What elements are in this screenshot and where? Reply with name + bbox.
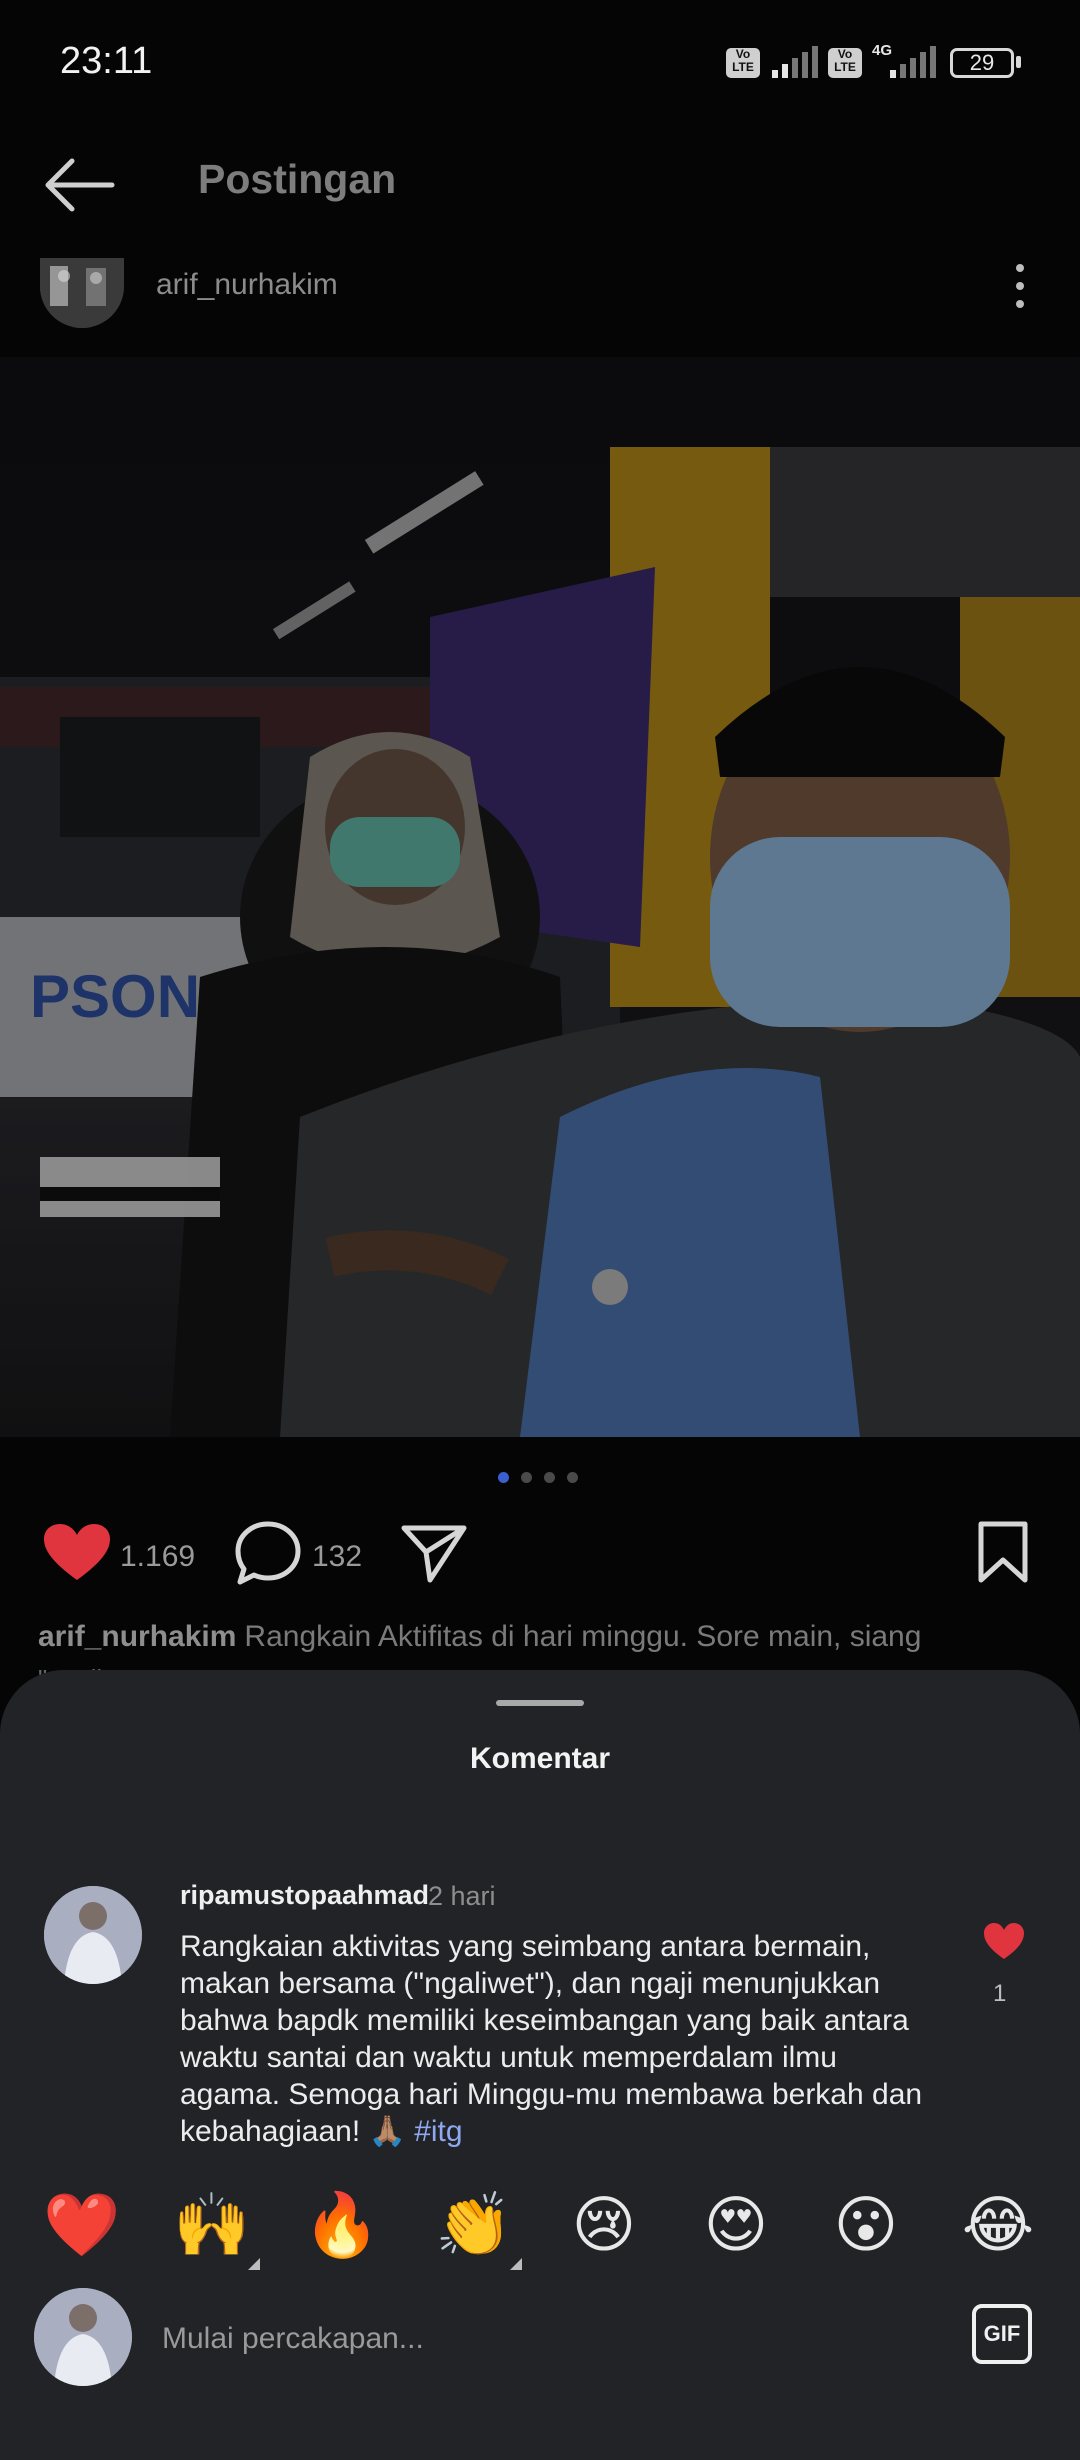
send-paper-plane-icon[interactable]: [400, 1522, 468, 1584]
signal-icon: [772, 46, 818, 78]
emoji-crying[interactable]: 😢: [564, 2186, 644, 2266]
sheet-title: Komentar: [469, 1742, 611, 1775]
emoji-clapping[interactable]: 👏: [434, 2186, 522, 2270]
more-options-icon[interactable]: [1000, 256, 1040, 316]
post-author-avatar[interactable]: [40, 258, 124, 328]
battery-tip: [1016, 56, 1021, 68]
emoji-heart[interactable]: ❤️: [42, 2186, 122, 2266]
battery-level: 29: [969, 50, 995, 75]
comment-count[interactable]: 132: [312, 1540, 362, 1574]
post-photo[interactable]: PSON: [0, 357, 1080, 1437]
emoji-laughing[interactable]: 😂: [958, 2186, 1038, 2266]
carousel-dot: [521, 1472, 532, 1483]
caption-username[interactable]: arif_nurhakim: [38, 1620, 236, 1653]
carousel-dot: [498, 1472, 509, 1483]
post-caption[interactable]: arif_nurhakim Rangkain Aktifitas di hari …: [38, 1620, 1048, 1654]
back-arrow-icon[interactable]: [40, 150, 120, 220]
battery-icon: 29: [950, 48, 1014, 78]
comment-timestamp: 2 hari: [428, 1881, 496, 1911]
volte-badge-2: Vo LTE: [828, 48, 862, 78]
comment-text: Rangkaian aktivitas yang seimbang antara…: [180, 1928, 940, 2150]
emoji-clapping-glyph: 👏: [435, 2191, 513, 2260]
like-count[interactable]: 1.169: [120, 1540, 195, 1574]
sheet-drag-handle[interactable]: [496, 1700, 584, 1706]
comment-heart-icon[interactable]: [982, 1922, 1026, 1962]
comment-username[interactable]: ripamustopaahmad: [180, 1880, 429, 1911]
status-time: 23:11: [60, 40, 153, 82]
current-user-avatar: [34, 2288, 132, 2386]
carousel-dot: [567, 1472, 578, 1483]
carousel-dot: [544, 1472, 555, 1483]
volte-badge: Vo LTE: [726, 48, 760, 78]
post-username[interactable]: arif_nurhakim: [156, 268, 338, 302]
skin-tone-indicator-2: [510, 2258, 522, 2270]
signal-icon-2: [890, 46, 936, 78]
emoji-surprised[interactable]: 😮: [826, 2186, 906, 2266]
caption-text: Rangkain Aktifitas di hari minggu. Sore …: [244, 1620, 922, 1653]
comment-like-count: 1: [993, 1980, 1007, 2007]
comment-hashtag[interactable]: #itg: [414, 2115, 462, 2148]
emoji-heart-eyes[interactable]: 😍: [696, 2186, 776, 2266]
comment-input[interactable]: [160, 2310, 944, 2368]
emoji-fire[interactable]: 🔥: [302, 2186, 382, 2266]
commenter-avatar[interactable]: [44, 1886, 142, 1984]
skin-tone-indicator: [248, 2258, 260, 2270]
emoji-raising-hands-glyph: 🙌: [173, 2191, 251, 2260]
gif-button[interactable]: GIF: [972, 2304, 1032, 2364]
comment-body: Rangkaian aktivitas yang seimbang antara…: [180, 1930, 923, 2148]
page-title: Postingan: [198, 156, 397, 202]
heart-filled-icon[interactable]: [42, 1522, 112, 1584]
emoji-raising-hands[interactable]: 🙌: [172, 2186, 260, 2270]
comment-bubble-icon[interactable]: [234, 1520, 302, 1586]
bookmark-icon[interactable]: [975, 1520, 1031, 1584]
